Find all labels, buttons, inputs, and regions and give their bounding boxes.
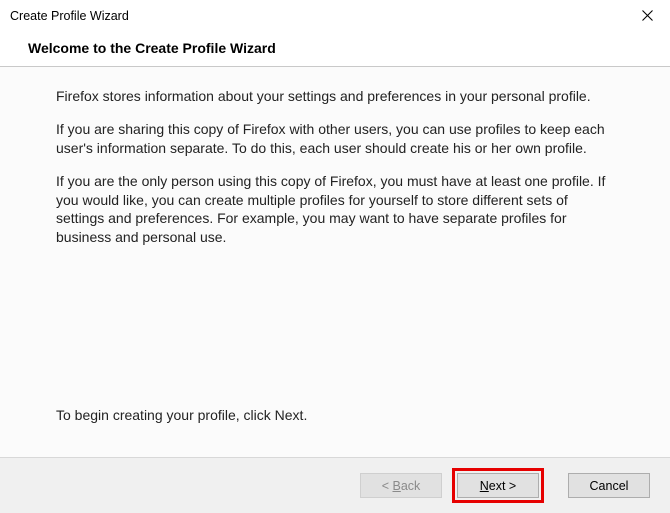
cancel-button[interactable]: Cancel [568, 473, 650, 498]
paragraph-sharing: If you are sharing this copy of Firefox … [56, 120, 614, 158]
spacer [56, 261, 614, 406]
content: Welcome to the Create Profile Wizard Fir… [0, 32, 670, 513]
cancel-button-wrap: Cancel [552, 468, 652, 503]
close-button[interactable] [624, 0, 670, 32]
paragraph-begin: To begin creating your profile, click Ne… [56, 406, 614, 425]
back-accel: B [392, 479, 400, 493]
next-button-highlight: Next > [452, 468, 544, 503]
body-area: Firefox stores information about your se… [0, 67, 670, 457]
back-prefix: < [382, 479, 393, 493]
next-rest: ext > [489, 479, 516, 493]
close-icon [642, 9, 653, 24]
window-title: Create Profile Wizard [10, 9, 129, 23]
titlebar: Create Profile Wizard [0, 0, 670, 32]
wizard-heading: Welcome to the Create Profile Wizard [0, 32, 670, 66]
paragraph-intro: Firefox stores information about your se… [56, 87, 614, 106]
back-button: < Back [360, 473, 442, 498]
back-rest: ack [401, 479, 420, 493]
next-accel: N [480, 479, 489, 493]
back-button-wrap: < Back [358, 468, 444, 503]
paragraph-single-user: If you are the only person using this co… [56, 172, 614, 248]
next-button[interactable]: Next > [457, 473, 539, 498]
footer: < Back Next > Cancel [0, 457, 670, 513]
